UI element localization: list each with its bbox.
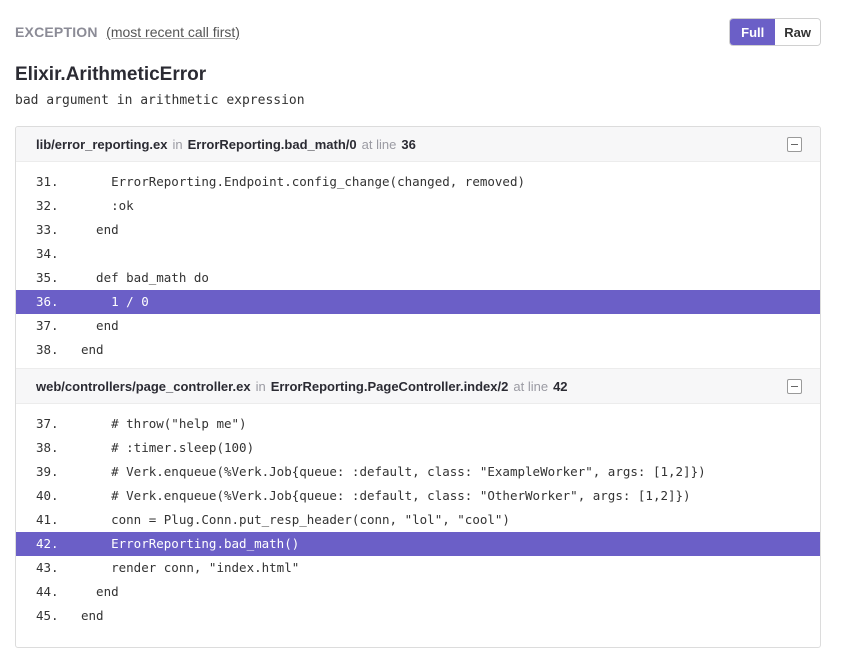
collapse-icon[interactable] (787, 379, 802, 394)
line-number: 37. (36, 318, 59, 333)
code-snippet: 31. ErrorReporting.Endpoint.config_chang… (16, 162, 820, 368)
error-message: bad argument in arithmetic expression (15, 93, 305, 108)
line-number: 36. (36, 294, 59, 309)
raw-view-button[interactable]: Raw (775, 19, 820, 45)
code-line: 37. end (16, 314, 820, 338)
frame-file: web/controllers/page_controller.ex (36, 378, 251, 394)
line-source: end (81, 584, 119, 599)
line-source: end (81, 342, 104, 357)
line-source: :ok (81, 198, 134, 213)
line-source: conn = Plug.Conn.put_resp_header(conn, "… (81, 512, 510, 527)
code-line: 45. end (16, 604, 820, 628)
line-number: 32. (36, 198, 59, 213)
line-number: 43. (36, 560, 59, 575)
line-number: 37. (36, 416, 59, 431)
line-source: end (81, 318, 119, 333)
line-source: def bad_math do (81, 270, 209, 285)
highlighted-code-line: 42. ErrorReporting.bad_math() (16, 532, 820, 556)
line-number: 39. (36, 464, 59, 479)
line-number: 45. (36, 608, 59, 623)
view-toggle: Full Raw (729, 18, 821, 46)
code-line: 31. ErrorReporting.Endpoint.config_chang… (16, 170, 820, 194)
code-line: 38. end (16, 338, 820, 362)
line-source: ErrorReporting.Endpoint.config_change(ch… (81, 174, 526, 189)
code-line: 33. end (16, 218, 820, 242)
frame-header[interactable]: lib/error_reporting.ex in ErrorReporting.b… (16, 127, 820, 162)
code-line: 39. # Verk.enqueue(%Verk.Job{queue: :def… (16, 460, 820, 484)
line-number: 42. (36, 536, 59, 551)
frame-in-label: in (172, 136, 183, 152)
line-number: 44. (36, 584, 59, 599)
line-number: 41. (36, 512, 59, 527)
line-source: render conn, "index.html" (81, 560, 300, 575)
line-number: 35. (36, 270, 59, 285)
line-number: 31. (36, 174, 59, 189)
code-line: 44. end (16, 580, 820, 604)
collapse-icon[interactable] (787, 137, 802, 152)
line-number: 34. (36, 246, 59, 261)
line-source: end (81, 608, 104, 623)
frame-line-number: 42 (553, 378, 568, 394)
stack-frames: lib/error_reporting.ex in ErrorReporting.b… (15, 126, 821, 648)
line-number: 33. (36, 222, 59, 237)
line-number: 38. (36, 440, 59, 455)
highlighted-code-line: 36. 1 / 0 (16, 290, 820, 314)
frame-in-label: in (255, 378, 266, 394)
exception-header: EXCEPTION (most recent call first) Full … (15, 18, 821, 48)
line-source: end (81, 222, 119, 237)
line-source: # throw("help me") (81, 416, 247, 431)
exception-order-note: (most recent call first) (106, 24, 240, 40)
line-source: ErrorReporting.bad_math() (81, 536, 300, 551)
frame-function: ErrorReporting.bad_math/0 (187, 136, 357, 152)
line-source: # :timer.sleep(100) (81, 440, 255, 455)
exception-label: EXCEPTION (15, 24, 98, 40)
frame-header[interactable]: web/controllers/page_controller.ex in Erro… (16, 369, 820, 404)
line-source: # Verk.enqueue(%Verk.Job{queue: :default… (81, 464, 706, 479)
code-line: 41. conn = Plug.Conn.put_resp_header(con… (16, 508, 820, 532)
frame-line-number: 36 (401, 136, 416, 152)
full-view-button[interactable]: Full (730, 19, 776, 45)
stack-frame: web/controllers/page_controller.ex in Erro… (16, 368, 820, 634)
error-name: Elixir.ArithmeticError (15, 64, 207, 85)
stack-frame: lib/error_reporting.ex in ErrorReporting.b… (16, 127, 820, 368)
frame-at-line-label: at line (361, 136, 397, 152)
frame-function: ErrorReporting.PageController.index/2 (270, 378, 509, 394)
line-source: 1 / 0 (81, 294, 149, 309)
line-number: 40. (36, 488, 59, 503)
frame-at-line-label: at line (513, 378, 549, 394)
frame-file: lib/error_reporting.ex (36, 136, 168, 152)
code-line: 35. def bad_math do (16, 266, 820, 290)
code-line: 37. # throw("help me") (16, 412, 820, 436)
code-line: 34. (16, 242, 820, 266)
code-line: 32. :ok (16, 194, 820, 218)
code-line: 43. render conn, "index.html" (16, 556, 820, 580)
code-line: 40. # Verk.enqueue(%Verk.Job{queue: :def… (16, 484, 820, 508)
line-source: # Verk.enqueue(%Verk.Job{queue: :default… (81, 488, 691, 503)
code-line: 38. # :timer.sleep(100) (16, 436, 820, 460)
line-number: 38. (36, 342, 59, 357)
code-snippet: 37. # throw("help me") 38. # :timer.sleep… (16, 404, 820, 634)
